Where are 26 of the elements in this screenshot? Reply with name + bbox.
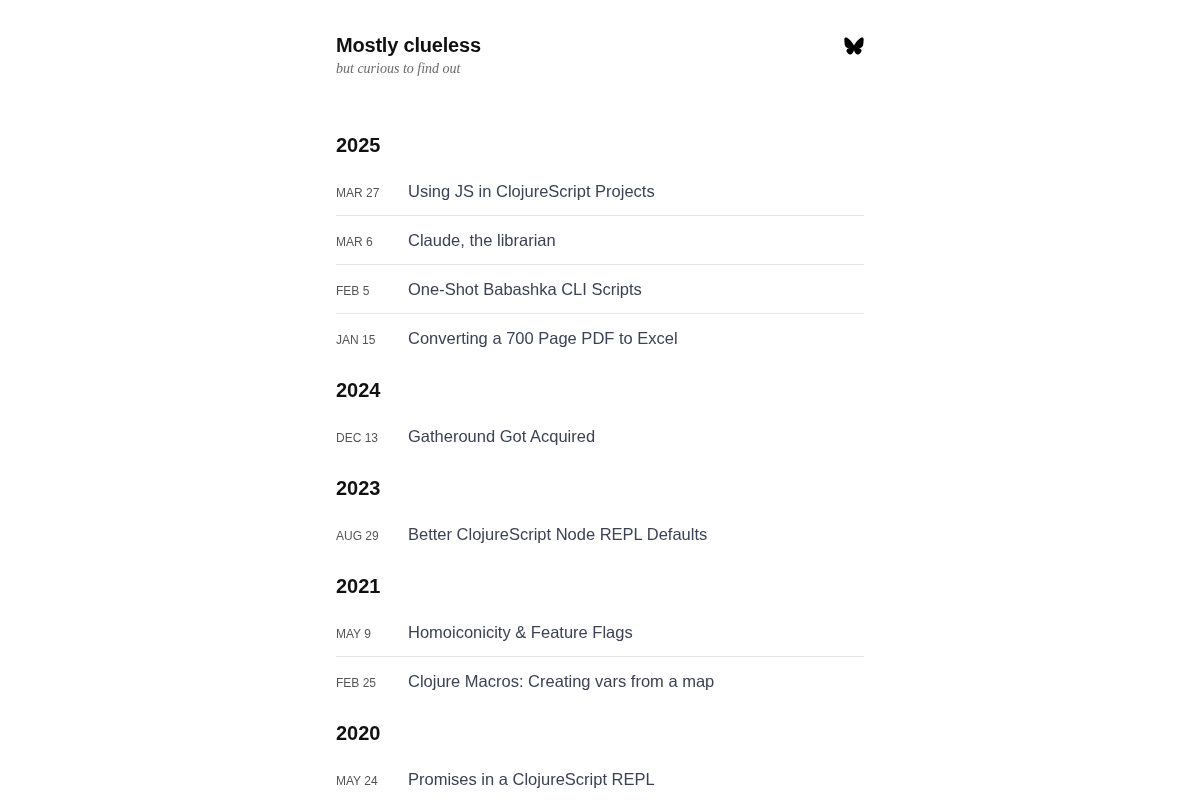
post-date: AUG 29 <box>336 529 380 543</box>
post-link[interactable]: Claude, the librarian <box>408 228 556 252</box>
year-heading: 2020 <box>336 721 382 746</box>
year-heading: 2025 <box>336 133 382 158</box>
butterfly-icon[interactable] <box>844 37 864 55</box>
post-link[interactable]: Converting a 700 Page PDF to Excel <box>408 326 678 350</box>
post-date: JAN 15 <box>336 333 377 347</box>
post-date: MAY 9 <box>336 627 372 641</box>
year-heading: 2024 <box>336 378 382 403</box>
post-date: MAR 27 <box>336 186 381 200</box>
post-date: DEC 13 <box>336 431 380 445</box>
post-link[interactable]: Homoiconicity & Feature Flags <box>408 620 633 644</box>
post-date: MAR 6 <box>336 235 374 249</box>
year-heading: 2021 <box>336 574 382 599</box>
site-title[interactable]: Mostly clueless <box>336 31 481 59</box>
post-link[interactable]: Using JS in ClojureScript Projects <box>408 179 655 203</box>
year-heading: 2023 <box>336 476 382 501</box>
post-link[interactable]: One-Shot Babashka CLI Scripts <box>408 277 642 301</box>
post-date: FEB 5 <box>336 284 371 298</box>
post-link[interactable]: Promises in a ClojureScript REPL <box>408 767 655 791</box>
post-date: MAY 24 <box>336 774 379 788</box>
post-date: FEB 25 <box>336 676 378 690</box>
post-link[interactable]: Gatheround Got Acquired <box>408 424 596 448</box>
post-link[interactable]: Clojure Macros: Creating vars from a map <box>408 669 715 693</box>
post-link[interactable]: Better ClojureScript Node REPL Defaults <box>408 522 708 546</box>
site-tagline: but curious to find out <box>336 60 461 78</box>
